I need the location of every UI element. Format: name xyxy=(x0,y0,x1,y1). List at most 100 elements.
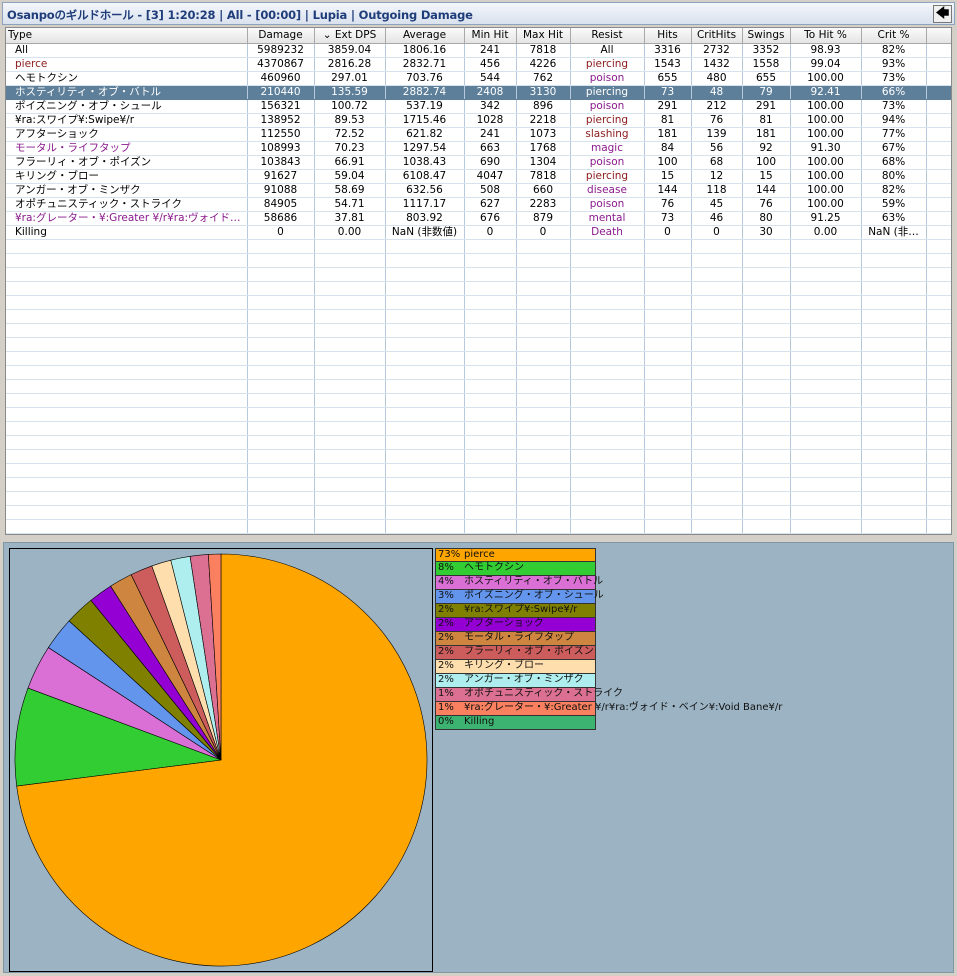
table-row[interactable]: pierce 4370867 2816.28 2832.71 456 4226 pierci… xyxy=(6,57,951,72)
table-cell: 135.59 xyxy=(314,85,386,100)
column-header-type[interactable]: Type xyxy=(6,28,248,44)
table-cell xyxy=(464,393,517,408)
column-header-swings[interactable]: Swings xyxy=(742,28,791,44)
table-row[interactable]: Killing 0 0.00 NaN (非数値) 0 0 Death 0 0 30 0.00 NaN … xyxy=(6,225,951,240)
table-cell: Death xyxy=(570,225,645,240)
table-row[interactable]: オポチュニスティック・ストライク 84905 54.71 1117.17 627 2283… xyxy=(6,197,951,212)
table-cell xyxy=(644,309,692,324)
table-cell: 100.00 xyxy=(790,127,862,142)
damage-table[interactable]: Type Damage ⌄ Ext DPS Average Min Hit Max Hit… xyxy=(5,27,952,535)
table-cell xyxy=(6,435,248,450)
column-header-average[interactable]: Average xyxy=(385,28,465,44)
column-header-to-hit[interactable]: To Hit % xyxy=(790,28,862,44)
column-header-hits[interactable]: Hits xyxy=(644,28,692,44)
table-cell xyxy=(570,491,645,506)
table-cell: 803.92 xyxy=(385,211,465,226)
table-cell: 100.00 xyxy=(790,197,862,212)
table-cell: mental xyxy=(570,211,645,226)
table-cell xyxy=(691,281,743,296)
legend-label: キリング・ブロー xyxy=(464,660,544,671)
table-cell xyxy=(790,309,862,324)
table-cell xyxy=(691,351,743,366)
table-cell xyxy=(314,239,386,254)
table-cell xyxy=(516,267,571,282)
table-cell: 3352 xyxy=(742,43,791,58)
table-cell xyxy=(516,281,571,296)
table-cell xyxy=(644,519,692,534)
table-cell xyxy=(742,463,791,478)
table-cell: 66% xyxy=(861,85,927,100)
table-row[interactable]: ホスティリティ・オブ・バトル 210440 135.59 2882.74 2408 313… xyxy=(6,85,951,100)
table-row[interactable]: キリング・ブロー 91627 59.04 6108.47 4047 7818 piercin… xyxy=(6,169,951,184)
column-header-damage[interactable]: Damage xyxy=(247,28,315,44)
table-cell xyxy=(314,379,386,394)
table-cell: 2408 xyxy=(464,85,517,100)
legend-percent: 3% xyxy=(438,590,454,601)
table-cell xyxy=(385,365,465,380)
table-cell xyxy=(6,421,248,436)
table-cell xyxy=(926,99,951,114)
table-cell: 0.00 xyxy=(314,225,386,240)
table-row-empty xyxy=(6,477,951,492)
table-cell: 144 xyxy=(644,183,692,198)
table-cell: 241 xyxy=(464,127,517,142)
table-cell: 879 xyxy=(516,211,571,226)
table-cell: disease xyxy=(570,183,645,198)
table-cell: 81 xyxy=(644,113,692,128)
table-cell xyxy=(742,421,791,436)
table-cell: 112550 xyxy=(247,127,315,142)
table-cell xyxy=(926,225,951,240)
table-cell: 7818 xyxy=(516,43,571,58)
column-header-crithits[interactable]: CritHits xyxy=(691,28,743,44)
table-cell xyxy=(790,463,862,478)
table-cell xyxy=(926,393,951,408)
table-cell xyxy=(926,71,951,86)
table-cell xyxy=(314,407,386,422)
table-row[interactable]: フラーリィ・オブ・ポイズン 103843 66.91 1038.43 690 1304 po… xyxy=(6,155,951,170)
table-cell: 181 xyxy=(644,127,692,142)
table-cell xyxy=(742,505,791,520)
table-cell xyxy=(691,407,743,422)
table-row[interactable]: ¥ra:グレーター・¥:Greater ¥/r¥ra:ヴォイド・ベイ… 58686… xyxy=(6,211,951,226)
table-cell: 76 xyxy=(742,197,791,212)
table-cell xyxy=(516,295,571,310)
table-row[interactable]: ヘモトクシン 460960 297.01 703.76 544 762 poison 655 4… xyxy=(6,71,951,86)
table-cell: 703.76 xyxy=(385,71,465,86)
table-cell xyxy=(385,463,465,478)
column-header-max-hit[interactable]: Max Hit xyxy=(516,28,571,44)
table-cell: オポチュニスティック・ストライク xyxy=(6,197,248,212)
table-cell: pierce xyxy=(6,57,248,72)
column-header-resist[interactable]: Resist xyxy=(570,28,645,44)
table-cell: 100 xyxy=(742,155,791,170)
table-cell xyxy=(6,267,248,282)
table-row-empty xyxy=(6,323,951,338)
table-cell: 4047 xyxy=(464,169,517,184)
table-row-empty xyxy=(6,351,951,366)
table-cell: ¥ra:グレーター・¥:Greater ¥/r¥ra:ヴォイド・ベイ… xyxy=(6,211,248,226)
column-header-ext-dps[interactable]: ⌄ Ext DPS xyxy=(314,28,386,44)
table-cell xyxy=(926,267,951,282)
table-cell xyxy=(464,239,517,254)
table-row[interactable]: ¥ra:スワイプ¥:Swipe¥/r 138952 89.53 1715.46 1028… xyxy=(6,113,951,128)
table-row[interactable]: アフターショック 112550 72.52 621.82 241 1073 slashing… xyxy=(6,127,951,142)
table-cell: 45 xyxy=(691,197,743,212)
table-row[interactable]: アンガー・オブ・ミンザク 91088 58.69 632.56 508 660 diseas… xyxy=(6,183,951,198)
back-arrow-icon[interactable]: 🡄 xyxy=(933,5,952,23)
table-cell xyxy=(314,463,386,478)
table-row[interactable]: All 5989232 3859.04 1806.16 241 7818 All 3316 27… xyxy=(6,43,951,58)
table-row[interactable]: モータル・ライフタップ 108993 70.23 1297.54 663 1768 magi… xyxy=(6,141,951,156)
table-cell xyxy=(464,309,517,324)
table-row[interactable]: ポイズニング・オブ・シュール 156321 100.72 537.19 342 896 po… xyxy=(6,99,951,114)
column-header-crit[interactable]: Crit % xyxy=(861,28,927,44)
table-cell xyxy=(314,365,386,380)
table-row-empty xyxy=(6,491,951,506)
table-cell: 2882.74 xyxy=(385,85,465,100)
column-header-min-hit[interactable]: Min Hit xyxy=(464,28,517,44)
table-cell: 84 xyxy=(644,141,692,156)
table-cell: poison xyxy=(570,71,645,86)
table-cell: 144 xyxy=(742,183,791,198)
table-cell xyxy=(464,267,517,282)
table-row-empty xyxy=(6,379,951,394)
column-header-spacer[interactable] xyxy=(926,28,951,44)
table-row-empty xyxy=(6,281,951,296)
